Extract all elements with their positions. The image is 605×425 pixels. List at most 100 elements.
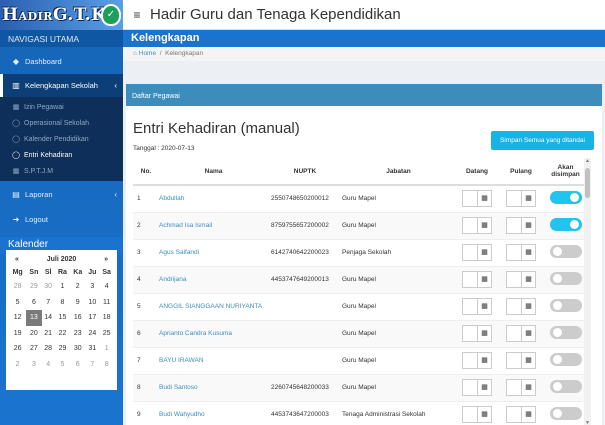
calendar-day[interactable]: 28 (9, 279, 26, 295)
datang-time-input[interactable]: ▦ (462, 189, 492, 207)
datang-time-input[interactable]: ▦ (462, 270, 492, 288)
calendar-day[interactable]: 10 (85, 295, 99, 311)
save-toggle[interactable] (549, 245, 582, 258)
pulang-time-input[interactable]: ▦ (506, 405, 536, 423)
sidebar-subitem-sptjm[interactable]: ▦ S.P.T.J.M (0, 163, 123, 179)
sidebar-subitem-operasional[interactable]: ◯ Operasional Sekolah (0, 115, 123, 131)
save-toggle[interactable] (549, 380, 582, 393)
calendar-icon[interactable]: ▦ (521, 352, 535, 368)
calendar-prev-button[interactable]: « (15, 256, 19, 263)
calendar-day[interactable]: 28 (42, 341, 55, 357)
calendar-day[interactable]: 23 (70, 326, 85, 342)
datang-time-input[interactable]: ▦ (462, 405, 492, 423)
scroll-up-icon[interactable]: ▲ (584, 158, 591, 166)
pulang-time-input[interactable]: ▦ (506, 243, 536, 261)
pulang-time-input[interactable]: ▦ (506, 378, 536, 396)
calendar-day[interactable]: 26 (9, 341, 26, 357)
calendar-day[interactable]: 8 (99, 357, 114, 373)
sidebar-item-dashboard[interactable]: ◆ Dashboard (0, 50, 123, 73)
cell-nama-link[interactable]: ANGGIL SIANGGAAN NURIYANTA (155, 293, 268, 321)
cell-nama-link[interactable]: Aprianto Candra Kusuma (155, 320, 268, 348)
sidebar-subitem-entri[interactable]: ◯ Entri Kehadiran (0, 147, 123, 163)
save-toggle[interactable] (549, 218, 582, 231)
calendar-icon[interactable]: ▦ (521, 217, 535, 233)
calendar-icon[interactable]: ▦ (521, 244, 535, 260)
sidebar-item-laporan[interactable]: ▤ Laporan ‹ (0, 183, 123, 206)
calendar-icon[interactable]: ▦ (477, 325, 491, 341)
app-logo[interactable]: HADIRG.T.K ✓ (0, 0, 123, 30)
calendar-day[interactable]: 1 (55, 279, 70, 295)
calendar-day[interactable]: 25 (99, 326, 114, 342)
calendar-day[interactable]: 15 (55, 310, 70, 326)
cell-nama-link[interactable]: Agus Saifandi (155, 239, 268, 267)
calendar-day[interactable]: 27 (26, 341, 41, 357)
save-toggle[interactable] (549, 407, 582, 420)
calendar-icon[interactable]: ▦ (521, 406, 535, 422)
calendar-day[interactable]: 24 (85, 326, 99, 342)
datang-time-input[interactable]: ▦ (462, 351, 492, 369)
calendar-day[interactable]: 30 (70, 341, 85, 357)
calendar-day[interactable]: 13 (26, 310, 42, 326)
calendar-day[interactable]: 21 (42, 326, 55, 342)
pulang-time-input[interactable]: ▦ (506, 351, 536, 369)
save-toggle[interactable] (549, 299, 582, 312)
calendar-day[interactable]: 7 (42, 295, 55, 311)
calendar-icon[interactable]: ▦ (521, 298, 535, 314)
pulang-time-input[interactable]: ▦ (506, 324, 536, 342)
calendar-day[interactable]: 2 (70, 279, 85, 295)
calendar-day[interactable]: 17 (85, 310, 99, 326)
calendar-icon[interactable]: ▦ (521, 190, 535, 206)
calendar-next-button[interactable]: » (104, 256, 108, 263)
sidebar-subitem-izin[interactable]: ▦ Izin Pegawai (0, 99, 123, 115)
table-scrollbar[interactable]: ▲ ▼ (584, 158, 591, 425)
calendar-day[interactable]: 31 (85, 341, 99, 357)
sidebar-item-logout[interactable]: ➜ Logout (0, 208, 123, 231)
scroll-down-icon[interactable]: ▼ (584, 420, 591, 425)
calendar-icon[interactable]: ▦ (477, 271, 491, 287)
calendar-icon[interactable]: ▦ (477, 298, 491, 314)
sidebar-item-kelengkapan[interactable]: ▥ Kelengkapan Sekolah ‹ (0, 74, 123, 97)
calendar-day[interactable]: 30 (42, 279, 55, 295)
sidebar-subitem-kalender[interactable]: ◯ Kalender Pendidikan (0, 131, 123, 147)
pulang-time-input[interactable]: ▦ (506, 189, 536, 207)
calendar-day[interactable]: 6 (26, 295, 41, 311)
datang-time-input[interactable]: ▦ (462, 378, 492, 396)
calendar-icon[interactable]: ▦ (477, 379, 491, 395)
cell-nama-link[interactable]: Achmad Isa Ismail (155, 212, 268, 240)
calendar-day[interactable]: 29 (55, 341, 70, 357)
calendar-icon[interactable]: ▦ (521, 379, 535, 395)
cell-nama-link[interactable]: Budi Santoso (155, 374, 268, 402)
calendar-day[interactable]: 11 (99, 295, 114, 311)
calendar-day[interactable]: 14 (42, 310, 55, 326)
calendar-day[interactable]: 1 (99, 341, 114, 357)
cell-nama-link[interactable]: Budi Wahyudho (155, 401, 268, 425)
cell-nama-link[interactable]: Andrijana (155, 266, 268, 294)
calendar-day[interactable]: 7 (85, 357, 99, 373)
calendar-day[interactable]: 3 (85, 279, 99, 295)
cell-nama-link[interactable]: BAYU IRAWAN (155, 347, 268, 375)
breadcrumb-home[interactable]: ⌂ Home (133, 50, 156, 57)
datang-time-input[interactable]: ▦ (462, 243, 492, 261)
scroll-thumb[interactable] (585, 168, 590, 198)
calendar-day[interactable]: 6 (70, 357, 85, 373)
calendar-day[interactable]: 16 (70, 310, 85, 326)
calendar-day[interactable]: 22 (55, 326, 70, 342)
calendar-day[interactable]: 9 (70, 295, 85, 311)
calendar-icon[interactable]: ▦ (521, 271, 535, 287)
calendar-day[interactable]: 4 (99, 279, 114, 295)
calendar-icon[interactable]: ▦ (477, 406, 491, 422)
save-toggle[interactable] (549, 326, 582, 339)
datang-time-input[interactable]: ▦ (462, 216, 492, 234)
calendar-day[interactable]: 4 (42, 357, 55, 373)
calendar-day[interactable]: 2 (9, 357, 26, 373)
calendar-day[interactable]: 5 (9, 295, 26, 311)
calendar-day[interactable]: 29 (26, 279, 41, 295)
calendar-day[interactable]: 18 (99, 310, 114, 326)
calendar-day[interactable]: 20 (26, 326, 41, 342)
calendar-icon[interactable]: ▦ (521, 325, 535, 341)
calendar-day[interactable]: 3 (26, 357, 41, 373)
pegawai-table-wrap[interactable]: No. Nama NUPTK Jabatan Datang Pulang Aka… (133, 158, 588, 425)
pulang-time-input[interactable]: ▦ (506, 216, 536, 234)
datang-time-input[interactable]: ▦ (462, 297, 492, 315)
calendar-icon[interactable]: ▦ (477, 352, 491, 368)
